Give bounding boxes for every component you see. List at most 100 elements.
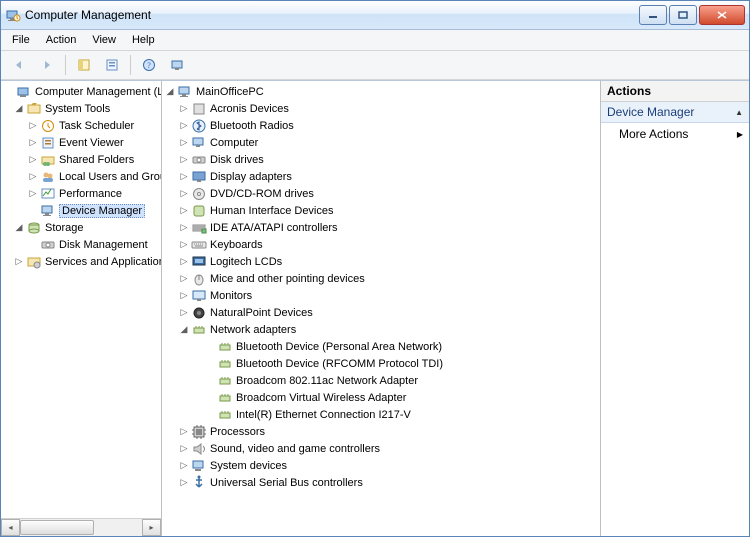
expand-icon[interactable]: ▷	[27, 171, 39, 183]
more-actions-item[interactable]: More Actions▶	[601, 123, 749, 145]
close-button[interactable]	[699, 5, 745, 25]
device-tree-item[interactable]: Human Interface Devices	[210, 205, 334, 217]
tree-item[interactable]: Local Users and Groups	[59, 171, 161, 183]
maximize-button[interactable]	[669, 5, 697, 25]
device-tree-item[interactable]: Disk drives	[210, 154, 264, 166]
window-title: Computer Management	[25, 8, 151, 22]
minimize-button[interactable]	[639, 5, 667, 25]
device-tree-item[interactable]: Sound, video and game controllers	[210, 443, 380, 455]
expand-icon[interactable]: ▷	[178, 460, 190, 472]
network-adapter-icon	[217, 373, 233, 389]
device-tree-item[interactable]: Bluetooth Radios	[210, 120, 294, 132]
tree-item[interactable]: Storage	[45, 222, 84, 234]
expand-icon[interactable]: ▷	[178, 477, 190, 489]
expand-icon[interactable]: ▷	[178, 239, 190, 251]
task-scheduler-icon	[40, 118, 56, 134]
collapse-icon[interactable]: ◢	[13, 103, 25, 115]
device-tree-item[interactable]: Broadcom 802.11ac Network Adapter	[236, 375, 418, 387]
monitor-icon	[191, 288, 207, 304]
device-tree-item[interactable]: Display adapters	[210, 171, 292, 183]
actions-header: Actions	[601, 81, 749, 102]
expand-icon[interactable]	[3, 86, 15, 98]
svg-text:?: ?	[147, 61, 151, 70]
expand-icon[interactable]: ▷	[27, 154, 39, 166]
tree-item[interactable]: Disk Management	[59, 239, 148, 251]
expand-icon[interactable]: ▷	[178, 256, 190, 268]
tree-item[interactable]: Computer Management (Local	[35, 86, 161, 98]
device-tree-item[interactable]: Universal Serial Bus controllers	[210, 477, 363, 489]
actions-pane: Actions Device Manager▲ More Actions▶	[601, 81, 749, 536]
generic-icon	[191, 101, 207, 117]
device-tree-item[interactable]: Acronis Devices	[210, 103, 289, 115]
device-tree-item[interactable]: System devices	[210, 460, 287, 472]
expand-icon[interactable]: ▷	[178, 154, 190, 166]
expand-icon[interactable]: ▷	[178, 290, 190, 302]
scroll-thumb[interactable]	[20, 520, 94, 535]
expand-icon[interactable]: ▷	[178, 188, 190, 200]
tree-item[interactable]: Services and Applications	[45, 256, 161, 268]
tree-item[interactable]: Performance	[59, 188, 122, 200]
scroll-track[interactable]	[20, 520, 142, 535]
tree-item[interactable]: Shared Folders	[59, 154, 134, 166]
help-button[interactable]: ?	[137, 53, 161, 77]
collapse-icon[interactable]: ◢	[164, 86, 176, 98]
device-tree-item[interactable]: Mice and other pointing devices	[210, 273, 365, 285]
title-bar[interactable]: Computer Management	[1, 1, 749, 30]
actions-section[interactable]: Device Manager▲	[601, 102, 749, 123]
device-tree-item[interactable]: Logitech LCDs	[210, 256, 282, 268]
body: Computer Management (Local ◢ System Tools…	[1, 80, 749, 536]
computer-icon	[177, 84, 193, 100]
menu-file[interactable]: File	[5, 32, 37, 48]
monitor-button[interactable]	[165, 53, 189, 77]
console-tree[interactable]: Computer Management (Local ◢ System Tools…	[1, 81, 161, 518]
device-tree-item[interactable]: Monitors	[210, 290, 252, 302]
expand-icon[interactable]: ▷	[178, 426, 190, 438]
forward-button[interactable]	[35, 53, 59, 77]
properties-button[interactable]	[100, 53, 124, 77]
device-tree-item[interactable]: Broadcom Virtual Wireless Adapter	[236, 392, 406, 404]
device-tree-item[interactable]: NaturalPoint Devices	[210, 307, 313, 319]
collapse-icon[interactable]: ◢	[178, 324, 190, 336]
scroll-left-button[interactable]: ◂	[1, 519, 20, 536]
menu-view[interactable]: View	[85, 32, 123, 48]
expand-icon[interactable]: ▷	[178, 307, 190, 319]
scroll-right-button[interactable]: ▸	[142, 519, 161, 536]
device-tree-item[interactable]: Computer	[210, 137, 258, 149]
expand-icon[interactable]: ▷	[178, 171, 190, 183]
expand-icon[interactable]: ▷	[27, 137, 39, 149]
tree-line	[204, 358, 216, 370]
expand-icon[interactable]: ▷	[178, 120, 190, 132]
tree-item-selected[interactable]: Device Manager	[59, 204, 145, 218]
expand-icon[interactable]: ▷	[178, 103, 190, 115]
device-tree-item[interactable]: MainOfficePC	[196, 86, 264, 98]
device-tree-item[interactable]: Keyboards	[210, 239, 263, 251]
device-tree-item[interactable]: Network adapters	[210, 324, 296, 336]
menu-help[interactable]: Help	[125, 32, 162, 48]
device-tree-item[interactable]: DVD/CD-ROM drives	[210, 188, 314, 200]
device-tree-item[interactable]: Processors	[210, 426, 265, 438]
tree-item[interactable]: System Tools	[45, 103, 110, 115]
expand-icon[interactable]: ▷	[27, 188, 39, 200]
back-button[interactable]	[7, 53, 31, 77]
expand-icon[interactable]: ▷	[27, 120, 39, 132]
expand-icon[interactable]: ▷	[178, 443, 190, 455]
expand-icon[interactable]: ▷	[178, 137, 190, 149]
horizontal-scrollbar[interactable]: ◂ ▸	[1, 518, 161, 536]
expand-icon[interactable]: ▷	[178, 205, 190, 217]
tree-item[interactable]: Event Viewer	[59, 137, 124, 149]
event-viewer-icon	[40, 135, 56, 151]
device-tree-item[interactable]: IDE ATA/ATAPI controllers	[210, 222, 338, 234]
menu-action[interactable]: Action	[39, 32, 84, 48]
device-tree-item[interactable]: Intel(R) Ethernet Connection I217-V	[236, 409, 411, 421]
collapse-icon[interactable]: ◢	[13, 222, 25, 234]
device-tree-item[interactable]: Bluetooth Device (Personal Area Network)	[236, 341, 442, 353]
device-tree[interactable]: ◢ MainOfficePC ▷ Acronis Devices ▷ Bluetooth …	[162, 81, 600, 536]
show-hide-tree-button[interactable]	[72, 53, 96, 77]
network-adapter-icon	[217, 356, 233, 372]
expand-icon[interactable]: ▷	[178, 222, 190, 234]
tree-line	[204, 409, 216, 421]
expand-icon[interactable]: ▷	[178, 273, 190, 285]
expand-icon[interactable]: ▷	[13, 256, 25, 268]
device-tree-item[interactable]: Bluetooth Device (RFCOMM Protocol TDI)	[236, 358, 443, 370]
tree-item[interactable]: Task Scheduler	[59, 120, 134, 132]
